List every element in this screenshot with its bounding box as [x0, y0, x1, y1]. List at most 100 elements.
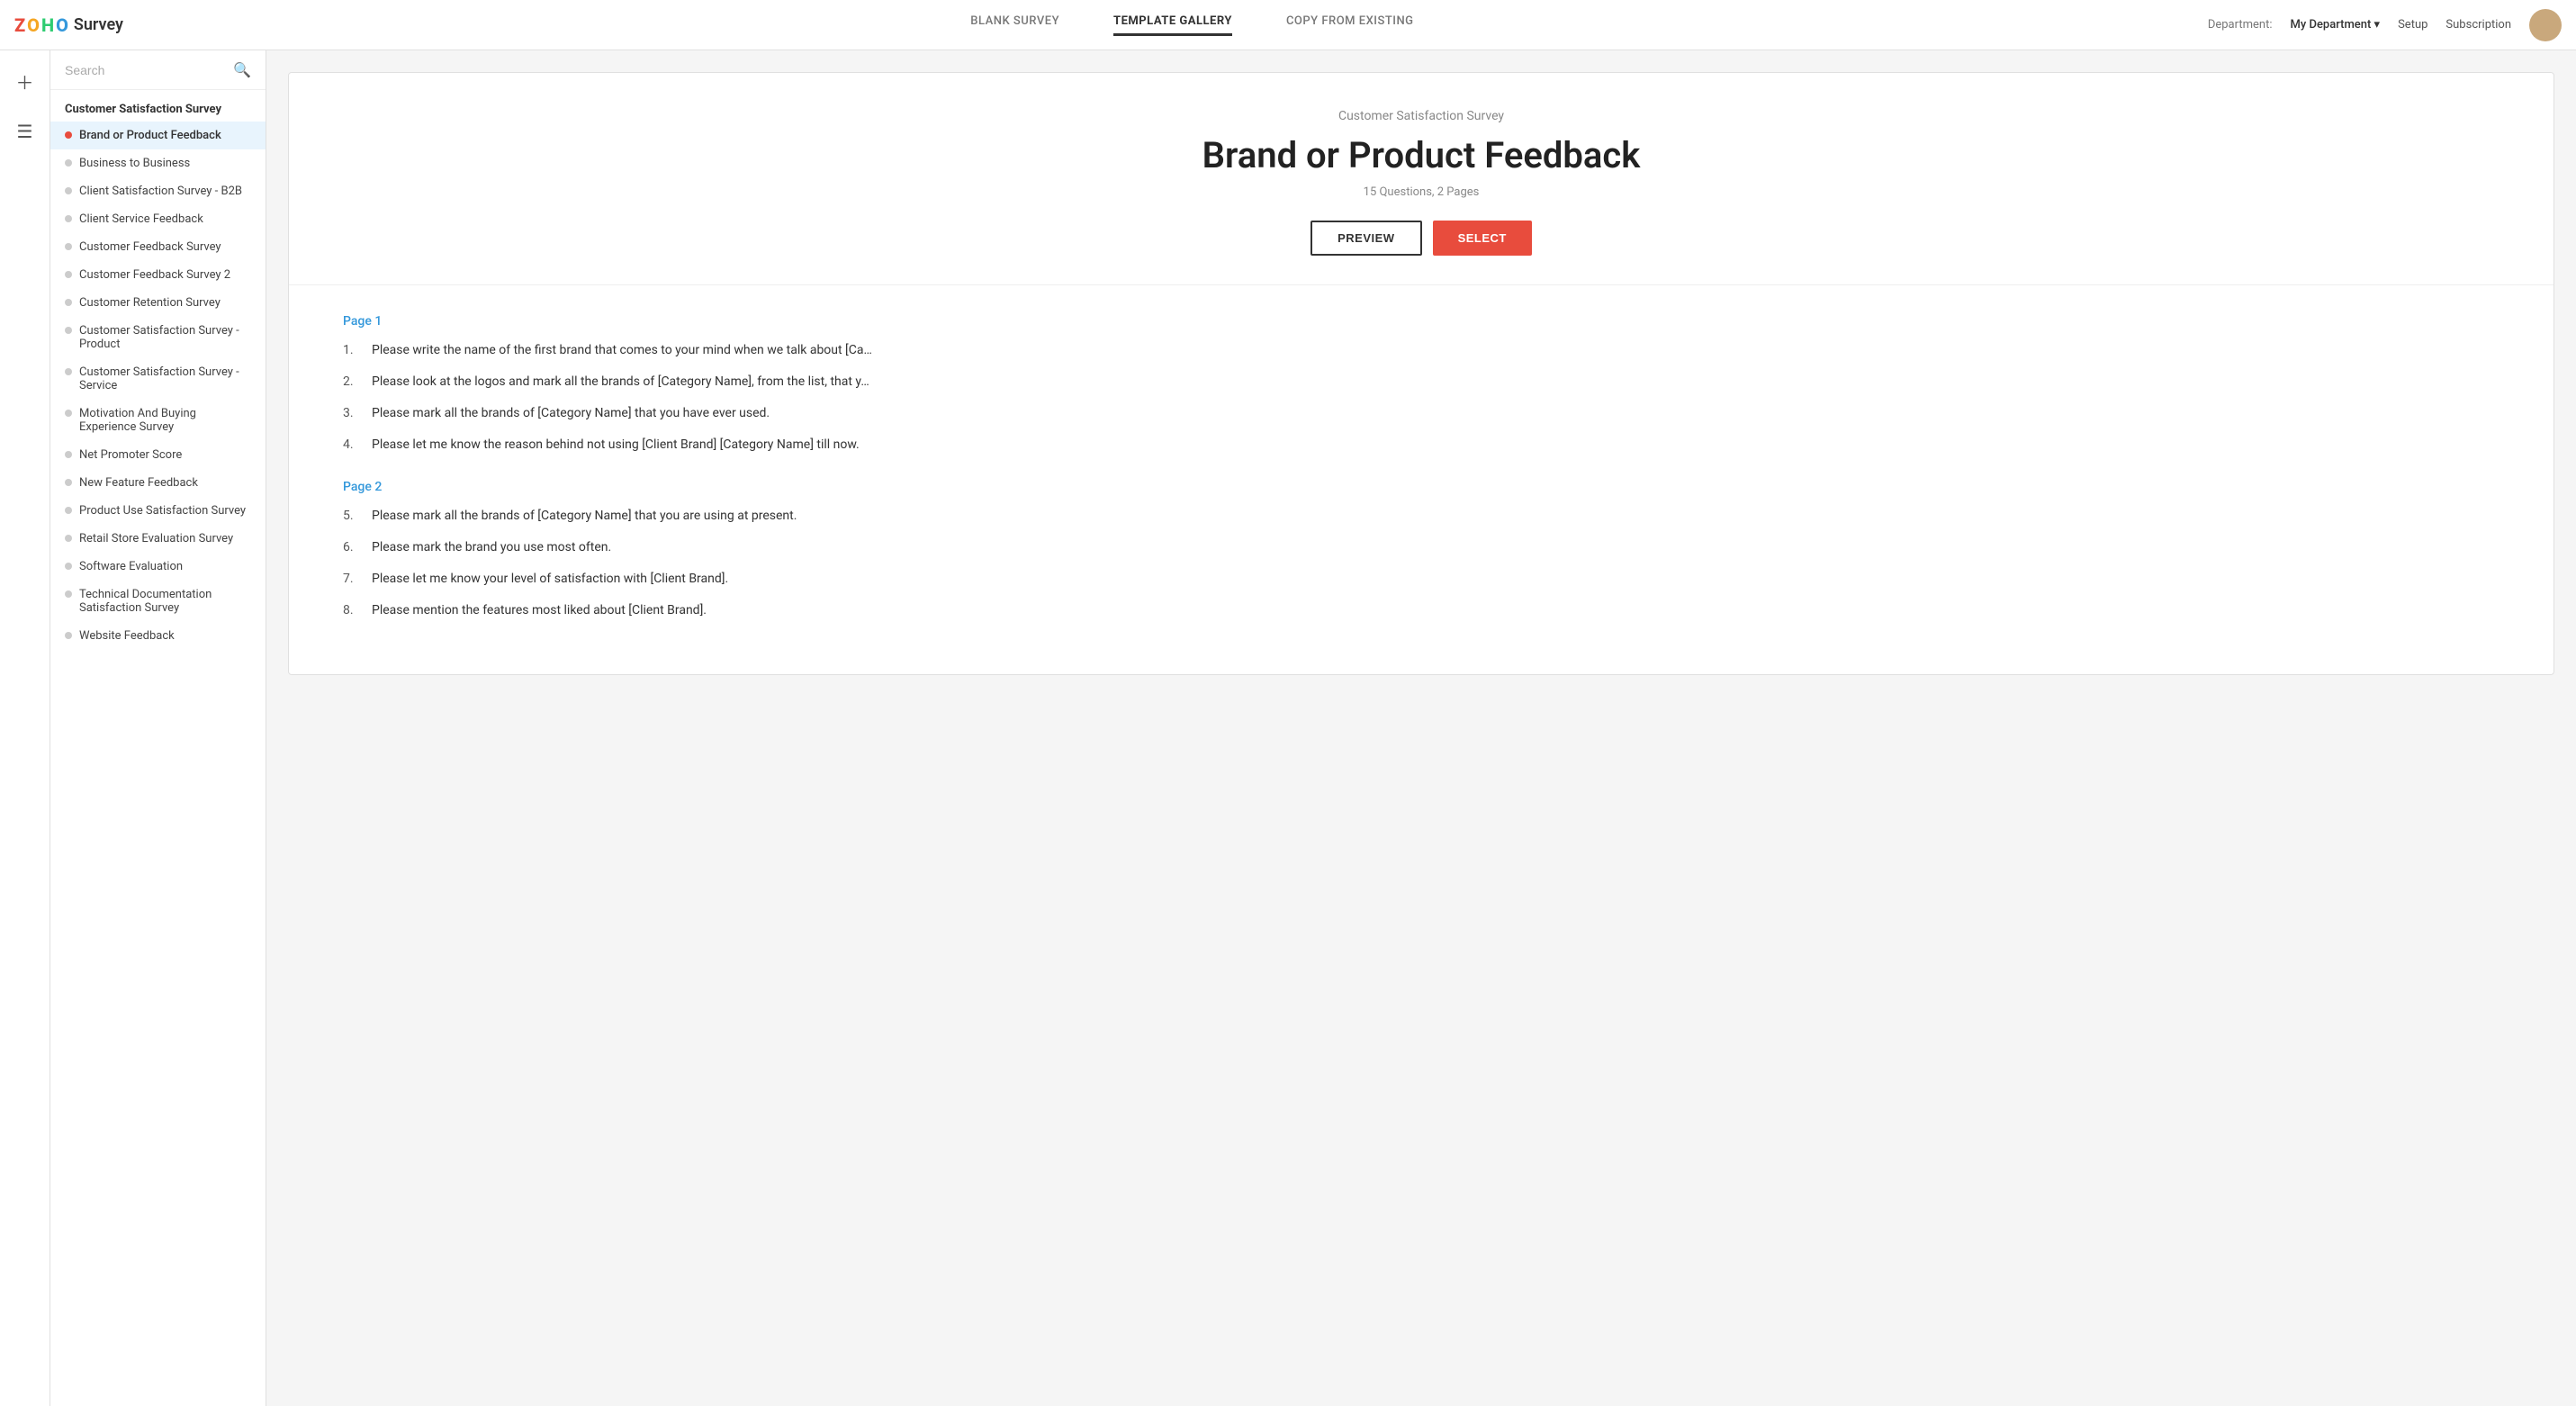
question-item: 2. Please look at the logos and mark all…	[343, 373, 2499, 392]
department-label: Department:	[2208, 18, 2273, 32]
sidebar-item-customer-retention[interactable]: Customer Retention Survey	[50, 289, 266, 317]
question-number: 1.	[343, 341, 365, 360]
question-text: Please mark all the brands of [Category …	[372, 404, 770, 423]
logo-z: Z	[14, 14, 25, 36]
question-number: 5.	[343, 507, 365, 526]
sidebar-item-label-software: Software Evaluation	[79, 560, 183, 573]
sidebar-item-product-use[interactable]: Product Use Satisfaction Survey	[50, 497, 266, 525]
question-text: Please mark all the brands of [Category …	[372, 507, 797, 526]
sidebar-item-label-nps: Net Promoter Score	[79, 448, 182, 462]
question-item: 6. Please mark the brand you use most of…	[343, 538, 2499, 557]
subscription-link[interactable]: Subscription	[2445, 18, 2511, 32]
sidebar-item-nps[interactable]: Net Promoter Score	[50, 441, 266, 469]
dot-retail	[65, 535, 72, 542]
main-content: Customer Satisfaction Survey Brand or Pr…	[266, 50, 2576, 1406]
sidebar-item-csat-product[interactable]: Customer Satisfaction Survey - Product	[50, 317, 266, 358]
question-item: 1. Please write the name of the first br…	[343, 341, 2499, 360]
dot-customer-feedback-2	[65, 271, 72, 278]
sidebar-item-motivation[interactable]: Motivation And Buying Experience Survey	[50, 400, 266, 441]
dot-client-b2b	[65, 187, 72, 194]
sidebar-item-brand-product[interactable]: Brand or Product Feedback	[50, 122, 266, 149]
dot-product-use	[65, 507, 72, 514]
question-item: 3. Please mark all the brands of [Catego…	[343, 404, 2499, 423]
sidebar-item-client-b2b[interactable]: Client Satisfaction Survey - B2B	[50, 177, 266, 205]
question-item: 5. Please mark all the brands of [Catego…	[343, 507, 2499, 526]
question-list: 5. Please mark all the brands of [Catego…	[343, 507, 2499, 620]
top-navigation: Z O H O Survey BLANK SURVEY TEMPLATE GAL…	[0, 0, 2576, 50]
dot-new-feature	[65, 479, 72, 486]
department-selector[interactable]: My Department ▾	[2290, 18, 2380, 32]
question-text: Please mark the brand you use most often…	[372, 538, 611, 557]
sidebar-item-software[interactable]: Software Evaluation	[50, 553, 266, 581]
pages-container: Page 1 1. Please write the name of the f…	[343, 314, 2499, 620]
sidebar-item-label-motivation: Motivation And Buying Experience Survey	[79, 407, 251, 434]
sidebar-item-website[interactable]: Website Feedback	[50, 622, 266, 650]
question-number: 3.	[343, 404, 365, 423]
dot-website	[65, 632, 72, 639]
logo-o2: O	[56, 14, 68, 36]
sidebar-item-retail[interactable]: Retail Store Evaluation Survey	[50, 525, 266, 553]
sidebar-item-label-customer-feedback: Customer Feedback Survey	[79, 240, 221, 254]
question-item: 7. Please let me know your level of sati…	[343, 570, 2499, 589]
logo-h: H	[41, 14, 54, 36]
preview-meta: 15 Questions, 2 Pages	[307, 185, 2535, 199]
preview-card: Customer Satisfaction Survey Brand or Pr…	[288, 72, 2554, 675]
preview-category-title: Customer Satisfaction Survey	[307, 109, 2535, 123]
question-list: 1. Please write the name of the first br…	[343, 341, 2499, 455]
dot-motivation	[65, 410, 72, 417]
sidebar-item-label-brand-product: Brand or Product Feedback	[79, 129, 221, 142]
icon-sidebar: ＋ ☰	[0, 50, 50, 1406]
sidebar-item-label-customer-feedback-2: Customer Feedback Survey 2	[79, 268, 230, 282]
select-button[interactable]: SELECT	[1433, 221, 1532, 256]
sidebar-item-label-b2b: Business to Business	[79, 157, 190, 170]
question-text: Please let me know the reason behind not…	[372, 436, 860, 455]
preview-survey-title: Brand or Product Feedback	[307, 134, 2535, 176]
tab-template-gallery[interactable]: TEMPLATE GALLERY	[1113, 14, 1232, 36]
setup-link[interactable]: Setup	[2398, 18, 2427, 32]
sidebar-item-client-service[interactable]: Client Service Feedback	[50, 205, 266, 233]
sidebar-items: Brand or Product Feedback Business to Bu…	[50, 122, 266, 650]
add-button[interactable]: ＋	[9, 65, 41, 97]
question-number: 4.	[343, 436, 365, 455]
sidebar-item-label-client-b2b: Client Satisfaction Survey - B2B	[79, 185, 242, 198]
page-label: Page 2	[343, 480, 2499, 494]
dot-customer-retention	[65, 299, 72, 306]
dot-tech-doc	[65, 590, 72, 598]
menu-button[interactable]: ☰	[9, 115, 41, 148]
preview-button[interactable]: PREVIEW	[1311, 221, 1421, 256]
sidebar-item-tech-doc[interactable]: Technical Documentation Satisfaction Sur…	[50, 581, 266, 622]
question-text: Please let me know your level of satisfa…	[372, 570, 728, 589]
preview-actions: PREVIEW SELECT	[307, 221, 2535, 256]
logo-survey-text: Survey	[74, 15, 123, 34]
sidebar-item-customer-feedback-2[interactable]: Customer Feedback Survey 2	[50, 261, 266, 289]
question-item: 8. Please mention the features most like…	[343, 601, 2499, 620]
tab-copy-from-existing[interactable]: COPY FROM EXISTING	[1286, 14, 1414, 36]
page-section: Page 1 1. Please write the name of the f…	[343, 314, 2499, 455]
dot-b2b	[65, 159, 72, 167]
question-number: 6.	[343, 538, 365, 557]
sidebar: 🔍 Customer Satisfaction Survey Brand or …	[50, 50, 266, 1406]
logo[interactable]: Z O H O Survey	[14, 14, 176, 36]
user-avatar[interactable]	[2529, 9, 2562, 41]
dot-csat-service	[65, 368, 72, 375]
sidebar-item-label-new-feature: New Feature Feedback	[79, 476, 198, 490]
question-text: Please look at the logos and mark all th…	[372, 373, 869, 392]
sidebar-category-label: Customer Satisfaction Survey	[50, 90, 266, 122]
sidebar-item-customer-feedback[interactable]: Customer Feedback Survey	[50, 233, 266, 261]
sidebar-item-label-website: Website Feedback	[79, 629, 175, 643]
sidebar-search-area: 🔍	[50, 50, 266, 90]
question-number: 8.	[343, 601, 365, 620]
page-section: Page 2 5. Please mark all the brands of …	[343, 480, 2499, 620]
logo-o1: O	[27, 14, 40, 36]
nav-right: Department: My Department ▾ Setup Subscr…	[2208, 9, 2562, 41]
dot-software	[65, 563, 72, 570]
sidebar-item-label-csat-product: Customer Satisfaction Survey - Product	[79, 324, 251, 351]
tab-blank-survey[interactable]: BLANK SURVEY	[970, 14, 1059, 36]
page-label: Page 1	[343, 314, 2499, 329]
sidebar-item-label-product-use: Product Use Satisfaction Survey	[79, 504, 246, 518]
sidebar-item-new-feature[interactable]: New Feature Feedback	[50, 469, 266, 497]
search-input[interactable]	[65, 63, 233, 77]
sidebar-item-label-customer-retention: Customer Retention Survey	[79, 296, 221, 310]
sidebar-item-csat-service[interactable]: Customer Satisfaction Survey - Service	[50, 358, 266, 400]
sidebar-item-b2b[interactable]: Business to Business	[50, 149, 266, 177]
